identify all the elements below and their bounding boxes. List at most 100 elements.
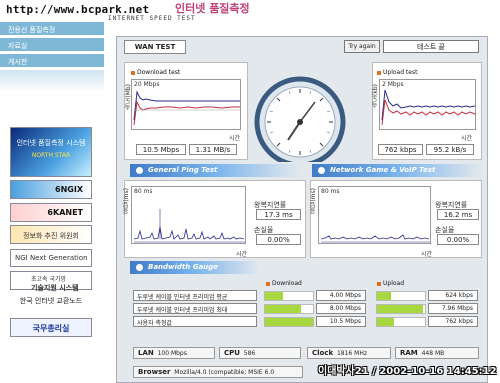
- game-loss-value: 0.00%: [437, 234, 479, 245]
- gauge-download-title-text: Download: [272, 280, 302, 287]
- section-ping-header: General Ping Test: [130, 164, 300, 177]
- ram-value: 448 MB: [421, 350, 445, 357]
- sidebar-item-board[interactable]: 게시판: [0, 54, 104, 68]
- bullet-icon: [266, 281, 270, 286]
- gauge-upload-fill: [377, 318, 395, 326]
- cpu-value: 586: [243, 350, 256, 357]
- upload-x-axis-label: 시간: [461, 135, 473, 142]
- lan-info: LAN 100 Mbps: [133, 347, 215, 359]
- gauge-upload-bar: [376, 317, 426, 327]
- watermark-timestamp: 이대박사21 / 2002-10-16 14:45:12: [318, 366, 497, 377]
- logo-title: 인터넷 품질측정: [175, 2, 250, 15]
- gauge-download-value: 8.00 Mbps: [316, 303, 366, 314]
- upload-title-text: Upload test: [383, 69, 418, 76]
- gauge-row-label: 두루넷 케이블 인터넷 프리미엄 최대: [133, 303, 257, 314]
- gauge-upload-title: Upload: [377, 280, 404, 287]
- banner-line: 초고속 국가망: [31, 276, 67, 283]
- download-speed-line: [133, 100, 240, 126]
- cpu-label: CPU: [224, 349, 240, 357]
- circle-icon: [318, 167, 325, 174]
- logo-subtitle: INTERNET SPEED TEST: [108, 15, 196, 22]
- download-speed-mbps: 10.5 Mbps: [136, 144, 186, 155]
- download-title-text: Download test: [137, 69, 181, 76]
- ping-max-label: 80 ms: [134, 188, 153, 195]
- circle-icon: [136, 167, 143, 174]
- upload-speed-line: [381, 99, 476, 126]
- clock-label: Clock: [312, 349, 334, 357]
- gauge-upload-fill: [377, 292, 392, 300]
- banner-north-star[interactable]: 인터넷 품질측정 시스템 NORTH STAR: [10, 127, 92, 177]
- speedometer: [250, 60, 376, 168]
- banner-kinx[interactable]: 한국 인터넷 교환노드: [10, 296, 92, 310]
- section-game-title: Network Game & VoIP Test: [330, 166, 436, 174]
- upload-speed-kbs: 95.2 kB/s: [426, 144, 474, 155]
- banner-tech-support[interactable]: 초고속 국가망 기술지원 시스템: [10, 271, 92, 292]
- sidebar-item-quality-test[interactable]: 전용선 품질측정: [0, 22, 104, 36]
- banner-line: 기술지원 시스템: [31, 284, 79, 292]
- cpu-info: CPU 586: [219, 347, 301, 359]
- bullet-icon: [377, 70, 381, 75]
- clock-info: Clock 1816 MHz: [307, 347, 391, 359]
- gauge-upload-bar: [376, 291, 426, 301]
- game-y-axis-label: 응답(ms): [310, 188, 317, 214]
- upload-ref-line: [381, 89, 476, 121]
- section-gauge-title: Bandwidth Gauge: [148, 263, 218, 271]
- section-gauge-header: Bandwidth Gauge: [130, 261, 260, 274]
- download-speed-mbs: 1.31 MB/s: [189, 144, 237, 155]
- game-line: [320, 234, 430, 240]
- gauge-download-title: Download: [266, 280, 302, 287]
- game-x-axis-label: 시간: [421, 251, 433, 258]
- download-title: Download test: [131, 69, 180, 76]
- bullet-icon: [131, 70, 135, 75]
- upload-graph: 2 Mbps: [379, 79, 476, 130]
- gauge-upload-fill: [377, 305, 423, 313]
- gauge-row-label: 두루넷 케이블 인터넷 프리미엄 평균: [133, 290, 257, 301]
- download-max-label: 20 Mbps: [134, 81, 160, 88]
- gauge-row-label: 사용자 측정값: [133, 316, 257, 327]
- gauge-upload-title-text: Upload: [383, 280, 405, 287]
- upload-max-label: 2 Mbps: [382, 81, 404, 88]
- gauge-download-fill: [265, 305, 302, 313]
- gauge-upload-value: 7.96 Mbps: [428, 303, 478, 314]
- ping-loss-value: 0.00%: [256, 234, 301, 245]
- sidebar-item-library[interactable]: 자료실: [0, 38, 104, 52]
- banner-ngi[interactable]: NGI Next Generation: [10, 249, 92, 267]
- banner-6ngix[interactable]: 6NGIX: [10, 180, 92, 199]
- banner-pm-office[interactable]: 국무총리실: [10, 318, 92, 337]
- ping-graph: 80 ms: [131, 186, 246, 244]
- game-rtt-value: 16.2 ms: [437, 209, 479, 220]
- sidebar: 전용선 품질측정 자료실 게시판 인터넷 품질측정 시스템 NORTH STAR…: [0, 22, 106, 383]
- ram-info: RAM 448 MB: [395, 347, 479, 359]
- circle-icon: [136, 264, 143, 271]
- section-ping-title: General Ping Test: [148, 166, 218, 174]
- game-chart-svg: [320, 234, 430, 243]
- ping-line: [133, 226, 245, 240]
- banner-6kanet[interactable]: 6KANET: [10, 203, 92, 222]
- tab-wan-test[interactable]: WAN TEST: [124, 40, 186, 54]
- gauge-download-bar: [264, 304, 314, 314]
- banner-line: 인터넷 품질측정 시스템: [16, 139, 86, 147]
- download-x-axis-label: 시간: [229, 135, 241, 142]
- download-graph: 20 Mbps: [131, 79, 241, 130]
- bullet-icon: [377, 281, 381, 286]
- ram-label: RAM: [400, 349, 418, 357]
- gauge-download-value: 10.5 Mbps: [316, 316, 366, 327]
- speedometer-svg: [254, 76, 346, 168]
- gauge-download-bar: [264, 291, 314, 301]
- gauge-upload-value: 762 kbps: [428, 316, 478, 327]
- lan-label: LAN: [138, 349, 154, 357]
- banner-info-committee[interactable]: 정보화 추진 위원회: [10, 225, 92, 244]
- download-ref-line: [133, 90, 240, 121]
- gauge-upload-bar: [376, 304, 426, 314]
- ping-y-axis-label: 응답(ms): [123, 188, 130, 214]
- ping-rtt-value: 17.3 ms: [256, 209, 301, 220]
- sidebar-gradient: [0, 70, 104, 92]
- browser-value: Mozilla/4.0 (compatible; MSIE 6.0: [174, 369, 275, 376]
- clock-value: 1816 MHz: [336, 350, 367, 357]
- lan-value: 100 Mbps: [157, 350, 187, 357]
- ping-chart-svg: [133, 209, 245, 243]
- game-max-label: 80 ms: [321, 188, 340, 195]
- ping-x-axis-label: 시간: [236, 251, 248, 258]
- gauge-download-fill: [265, 292, 284, 300]
- try-again-button[interactable]: Try again: [344, 40, 380, 53]
